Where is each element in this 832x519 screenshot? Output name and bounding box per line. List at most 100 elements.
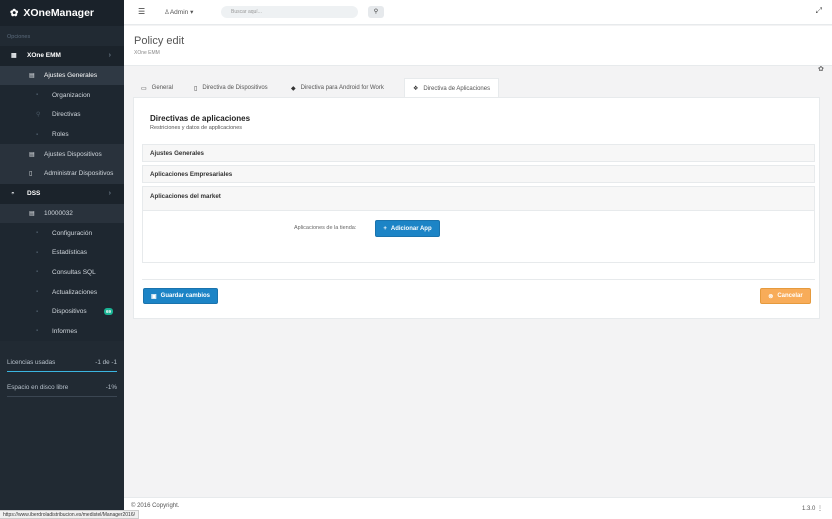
tab-label: Directiva de Aplicaciones [423, 85, 491, 92]
sidebar-item-consultas-sql[interactable]: ▪ Consultas SQL [0, 262, 124, 283]
tab-label: Directiva para Android for Work [300, 85, 384, 91]
fullscreen-icon[interactable]: ⤢ [816, 6, 822, 16]
footer: © 2016 Copyright. 1.3.0 ⋮ [124, 497, 832, 519]
sidebar-item-label: DSS [27, 190, 41, 198]
sidebar-item-administrar-dispositivos[interactable]: ▯ Administrar Dispositivos [0, 164, 124, 184]
grid-icon: ▦ [11, 53, 17, 60]
save-button[interactable]: ▣ Guardar cambios [143, 288, 218, 304]
sidebar-item-label: Configuración [52, 229, 93, 237]
sidebar-item-label: Ajustes Dispositivos [44, 150, 102, 158]
upload-icon: ▪ [36, 289, 39, 296]
sidebar-item-dispositivos[interactable]: ▪ Dispositivos 69 [0, 301, 124, 322]
user-name: Admin [169, 9, 189, 16]
accordion-market-body: Aplicaciones de la tienda: + Adicionar Ap… [142, 211, 815, 263]
search-input[interactable]: Buscar aquí... [221, 6, 358, 18]
sidebar-item-label: Dispositivos [52, 308, 87, 316]
sidebar-item-label: Consultas SQL [52, 268, 96, 276]
sidebar-item-10000032[interactable]: ▤ 10000032 [0, 203, 124, 224]
brand-title: XOneManager [23, 7, 94, 19]
device-count-badge: 69 [104, 307, 114, 315]
status-url: https://www.iberdroladistribucion.es/med… [0, 510, 140, 519]
mobile-icon: ▪ [36, 308, 39, 315]
mobile-icon: ▯ [194, 85, 198, 92]
building-icon: ▪ [36, 92, 39, 99]
licenses-bar [7, 371, 117, 372]
list-icon: ▤ [29, 151, 35, 158]
search-button[interactable]: ⚲ [368, 6, 384, 18]
user-menu[interactable]: ♙Admin ▾ [164, 8, 193, 16]
copyright: © 2016 Copyright. [131, 503, 180, 509]
add-app-button[interactable]: + Adicionar App [375, 220, 440, 237]
panel-subtitle: Restriciones y datos de applicaciones [150, 125, 243, 131]
sidebar-item-label: Roles [52, 131, 69, 139]
sidebar-item-label: Actualizaciones [52, 288, 98, 296]
dashboard-icon: ◓ [11, 190, 15, 197]
sidebar-item-label: Ajustes Generales [44, 72, 98, 80]
wrench-icon: ▪ [36, 230, 39, 237]
sidebar-item-dss[interactable]: ◓ DSS › [0, 183, 124, 204]
settings-gear-icon[interactable]: ✿ [818, 65, 824, 73]
tab-general[interactable]: ▭ General [141, 78, 173, 98]
sidebar-item-ajustes-generales[interactable]: ▤ Ajustes Generales [0, 65, 124, 86]
accordion-aplicaciones-market[interactable]: Aplicaciones del market [142, 186, 815, 211]
licenses-stat: Licencias usadas -1 de -1 [7, 359, 117, 366]
top-bar: ☰ ♙Admin ▾ Buscar aquí... ⚲ ⤢ [124, 0, 832, 25]
sidebar-item-label: Estadísticas [52, 249, 88, 257]
policy-panel: Directivas de aplicaciones Restriciones … [133, 97, 820, 319]
sidebar-item-informes[interactable]: ▪ Informes [0, 321, 124, 342]
menu-toggle-icon[interactable]: ☰ [138, 7, 145, 16]
tab-label: Directiva de Dispositivos [202, 85, 268, 91]
cancel-icon: ⊗ [768, 293, 774, 300]
search-icon: ⚲ [36, 112, 41, 119]
accordion-aplicaciones-empresariales[interactable]: Aplicaciones Empresariales [142, 165, 815, 183]
disk-label: Espacio en disco libre [7, 384, 69, 391]
panel-title: Directivas de aplicaciones [150, 114, 251, 123]
save-icon: ▣ [150, 293, 157, 300]
sidebar-item-label: Organizacion [52, 91, 91, 99]
server-icon: ▤ [29, 210, 35, 217]
tab-android-for-work[interactable]: ◆ Directiva para Android for Work [291, 78, 384, 98]
licenses-label: Licencias usadas [7, 359, 56, 366]
sidebar-item-label: Directivas [52, 111, 81, 119]
page-heading: Policy edit XOne EMM [124, 26, 832, 66]
version-number: 1.3.0 [801, 506, 816, 512]
accordion-ajustes-generales[interactable]: Ajustes Generales [142, 144, 815, 162]
scroll-icon: ⋮ [817, 506, 823, 512]
report-icon: ▪ [36, 328, 39, 335]
disk-stat: Espacio en disco libre -1% [7, 384, 117, 391]
database-icon: ▪ [36, 269, 39, 276]
sidebar-item-ajustes-dispositivos[interactable]: ▤ Ajustes Dispositivos [0, 144, 124, 165]
folder-icon: ▭ [141, 85, 147, 92]
sidebar-item-label: Informes [52, 327, 78, 335]
gear-icon: ✿ [10, 7, 19, 19]
version: 1.3.0 ⋮ [802, 505, 823, 512]
sidebar-item-label: 10000032 [44, 209, 73, 217]
add-app-label: Adicionar App [390, 225, 432, 232]
brand[interactable]: ✿ XOneManager [0, 0, 124, 26]
save-label: Guardar cambios [160, 293, 211, 299]
sidebar-item-estadisticas[interactable]: ▪ Estadísticas [0, 242, 124, 263]
mobile-icon: ▯ [29, 171, 33, 178]
chevron-right-icon: › [108, 52, 111, 60]
chevron-right-icon: › [108, 190, 111, 198]
search-icon: ⚲ [373, 9, 379, 15]
cancel-button[interactable]: ⊗ Cancelar [760, 288, 811, 304]
plus-icon: + [383, 225, 387, 232]
sidebar-item-roles[interactable]: ▪ Roles [0, 124, 124, 145]
tab-directiva-dispositivos[interactable]: ▯ Directiva de Dispositivos [194, 78, 268, 98]
sidebar-item-directivas[interactable]: ⚲ Directivas [0, 105, 124, 125]
android-icon: ◆ [291, 85, 296, 92]
sidebar-item-organizacion[interactable]: ▪ Organizacion [0, 85, 124, 106]
list-icon: ▤ [29, 73, 35, 80]
divider [142, 279, 815, 280]
tab-directiva-aplicaciones[interactable]: ❖ Directiva de Aplicaciones [404, 78, 500, 98]
disk-value: -1% [105, 384, 117, 391]
sidebar-item-configuracion[interactable]: ▪ Configuración [0, 223, 124, 243]
sidebar-item-xone-emm[interactable]: ▦ XOne EMM › [0, 46, 124, 66]
page-title: Policy edit [134, 35, 185, 47]
breadcrumb: XOne EMM [134, 50, 160, 56]
sidebar-section-label: Opciones [7, 34, 31, 40]
disk-bar [7, 396, 117, 397]
sidebar-item-actualizaciones[interactable]: ▪ Actualizaciones [0, 282, 124, 302]
sidebar-item-label: Administrar Dispositivos [44, 170, 114, 178]
